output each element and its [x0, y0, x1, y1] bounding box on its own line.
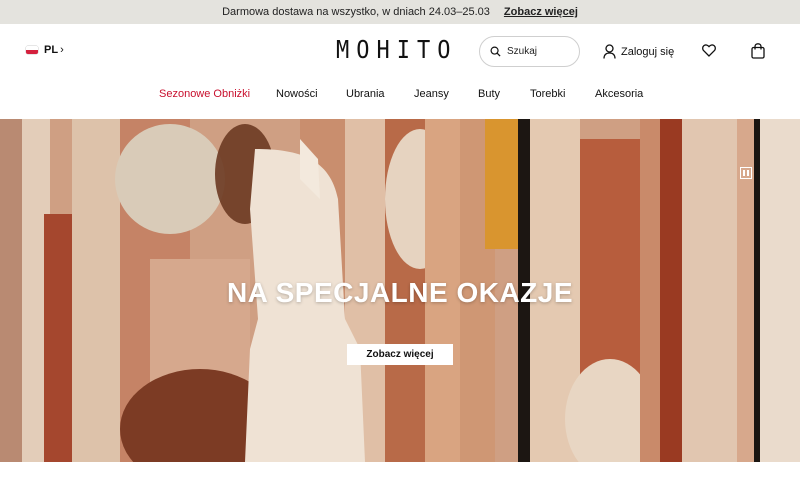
nav-item-buty[interactable]: Buty [478, 88, 500, 100]
site-header: PL › MOHITO Szukaj Zaloguj się [0, 24, 800, 80]
search-placeholder: Szukaj [507, 46, 538, 57]
search-icon [490, 46, 501, 57]
flag-pl-icon [26, 46, 38, 54]
nav-item-akcesoria[interactable]: Akcesoria [595, 88, 643, 100]
chevron-right-icon: › [60, 44, 64, 56]
language-label: PL [44, 44, 59, 56]
language-selector[interactable]: PL › [26, 44, 64, 56]
nav-item-sezonowe-obnizki[interactable]: Sezonowe Obniżki [159, 88, 250, 100]
nav-item-jeansy[interactable]: Jeansy [414, 88, 449, 100]
search-input[interactable]: Szukaj [479, 36, 580, 67]
heart-icon[interactable] [702, 44, 716, 57]
nav-item-torebki[interactable]: Torebki [530, 88, 565, 100]
hero-cta-button[interactable]: Zobacz więcej [347, 344, 453, 365]
bag-icon[interactable] [751, 43, 765, 59]
hero-banner[interactable]: NA SPECJALNE OKAZJE Zobacz więcej [0, 119, 800, 462]
main-nav: Sezonowe Obniżki Nowości Ubrania Jeansy … [0, 80, 800, 110]
nav-item-ubrania[interactable]: Ubrania [346, 88, 385, 100]
user-icon [603, 44, 616, 59]
login-label: Zaloguj się [621, 45, 675, 58]
pause-icon[interactable] [740, 167, 752, 179]
nav-item-nowosci[interactable]: Nowości [276, 88, 318, 100]
promo-bar: Darmowa dostawa na wszystko, w dniach 24… [0, 0, 800, 24]
promo-link[interactable]: Zobacz więcej [504, 6, 578, 18]
login-button[interactable]: Zaloguj się [603, 44, 674, 59]
hero-title: NA SPECJALNE OKAZJE [226, 277, 574, 308]
promo-message: Darmowa dostawa na wszystko, w dniach 24… [222, 6, 490, 18]
brand-logo[interactable]: MOHITO [336, 36, 457, 65]
